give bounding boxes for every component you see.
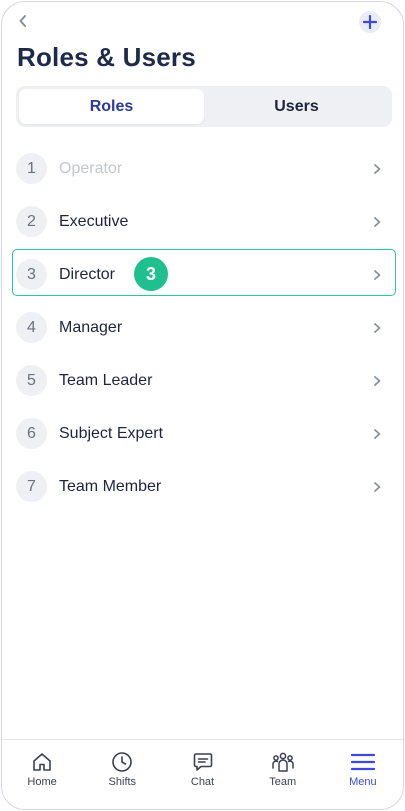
chevron-left-icon	[19, 15, 26, 27]
nav-label: Team	[269, 776, 297, 788]
tab-roles[interactable]: Roles	[19, 89, 204, 124]
role-row-team-member[interactable]: 7 Team Member	[2, 460, 403, 513]
role-row-subject-expert[interactable]: 6 Subject Expert	[2, 407, 403, 460]
back-button[interactable]	[14, 12, 32, 30]
role-number: 1	[16, 153, 47, 184]
role-label: Operator	[59, 159, 123, 177]
nav-menu[interactable]: Menu	[323, 740, 403, 809]
role-row-manager[interactable]: 4 Manager	[2, 301, 403, 354]
role-number: 2	[16, 206, 47, 237]
team-icon	[271, 751, 295, 773]
chevron-right-icon	[374, 428, 381, 439]
chevron-right-icon	[374, 322, 381, 333]
role-number: 3	[16, 259, 47, 290]
role-label: Team Member	[59, 477, 162, 495]
nav-label: Menu	[349, 776, 377, 788]
phone-frame: Roles & Users Roles Users 1 Operator 2 E…	[1, 1, 404, 810]
nav-label: Home	[27, 776, 57, 788]
role-label: Director	[59, 265, 116, 283]
bottom-nav: Home Shifts Chat Team Menu	[2, 739, 403, 809]
clock-icon	[110, 751, 134, 773]
chevron-right-icon	[374, 269, 381, 280]
role-label: Subject Expert	[59, 424, 164, 442]
nav-team[interactable]: Team	[243, 740, 323, 809]
role-number: 4	[16, 312, 47, 343]
plus-icon	[363, 15, 377, 29]
nav-label: Shifts	[108, 776, 137, 788]
role-number: 6	[16, 418, 47, 449]
role-label: Team Leader	[59, 371, 153, 389]
roles-list: 1 Operator 2 Executive 3 Director 3 4 Ma…	[2, 142, 403, 513]
role-label: Manager	[59, 318, 123, 336]
role-row-executive[interactable]: 2 Executive	[2, 195, 403, 248]
role-number: 5	[16, 365, 47, 396]
roles-users-toggle: Roles Users	[16, 86, 392, 127]
nav-shifts[interactable]: Shifts	[82, 740, 162, 809]
role-row-team-leader[interactable]: 5 Team Leader	[2, 354, 403, 407]
nav-home[interactable]: Home	[2, 740, 82, 809]
role-row-director[interactable]: 3 Director 3	[2, 248, 403, 301]
chevron-right-icon	[374, 375, 381, 386]
page-title: Roles & Users	[17, 42, 196, 72]
add-button[interactable]	[359, 11, 381, 33]
chevron-right-icon	[374, 163, 381, 174]
chat-icon	[191, 751, 215, 773]
tab-users[interactable]: Users	[204, 89, 389, 124]
home-icon	[30, 751, 54, 773]
role-label: Executive	[59, 212, 129, 230]
step-badge: 3	[134, 257, 168, 291]
chevron-right-icon	[374, 216, 381, 227]
nav-chat[interactable]: Chat	[162, 740, 242, 809]
role-number: 7	[16, 471, 47, 502]
role-row-operator[interactable]: 1 Operator	[2, 142, 403, 195]
chevron-right-icon	[374, 481, 381, 492]
menu-icon	[350, 751, 375, 773]
nav-label: Chat	[190, 776, 215, 788]
